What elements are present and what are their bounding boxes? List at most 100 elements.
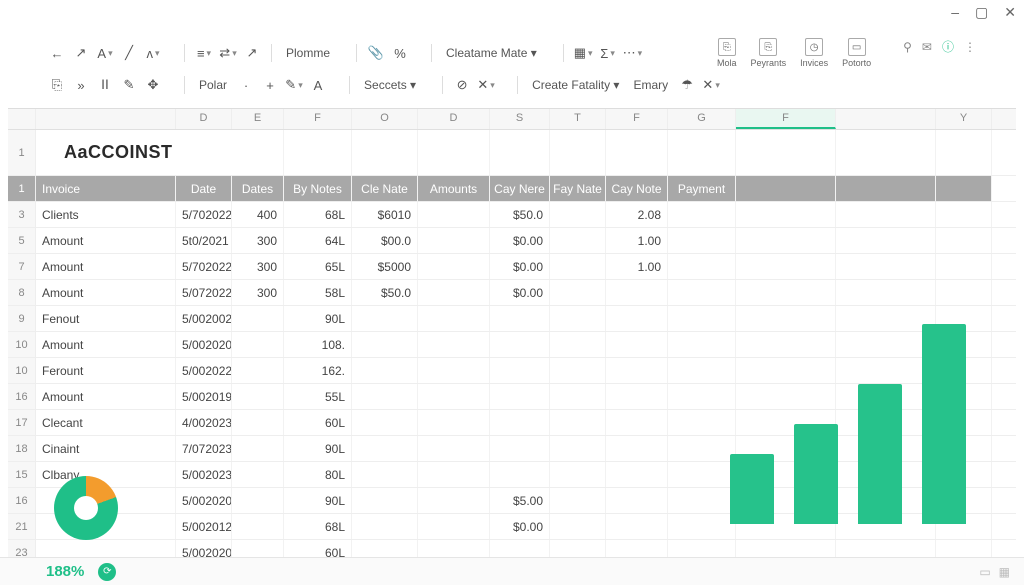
cell[interactable] xyxy=(668,514,736,539)
mola-button[interactable]: ⎘Mola xyxy=(717,38,737,68)
row-header[interactable]: 18 xyxy=(8,436,36,461)
cell[interactable]: 4/002023 xyxy=(176,410,232,435)
cell[interactable]: Ferount xyxy=(36,358,176,383)
cell[interactable] xyxy=(736,280,836,305)
cell[interactable]: $5.00 xyxy=(490,488,550,513)
cell[interactable]: 68L xyxy=(284,202,352,227)
column-header[interactable]: F xyxy=(736,109,836,129)
cell[interactable] xyxy=(668,202,736,227)
column-header[interactable] xyxy=(8,109,36,129)
back-icon[interactable]: ← xyxy=(48,44,66,62)
cell[interactable]: 68L xyxy=(284,514,352,539)
cell[interactable] xyxy=(936,202,992,227)
pin-icon[interactable]: ✥ xyxy=(144,76,162,94)
cell[interactable]: Clients xyxy=(36,202,176,227)
cell[interactable]: Cinaint xyxy=(36,436,176,461)
cell[interactable] xyxy=(232,306,284,331)
zoom-level[interactable]: 188% xyxy=(46,563,84,580)
cell[interactable] xyxy=(550,462,606,487)
cell[interactable] xyxy=(936,254,992,279)
caret-icon[interactable]: ʌ xyxy=(144,44,162,62)
cell[interactable]: 5t0/2021 xyxy=(176,228,232,253)
seccets-dropdown[interactable]: Seccets ▾ xyxy=(360,78,420,92)
sum-icon[interactable]: Σ xyxy=(599,44,617,62)
cell[interactable] xyxy=(550,410,606,435)
cell[interactable] xyxy=(736,332,836,357)
cell[interactable] xyxy=(668,488,736,513)
cell[interactable] xyxy=(232,436,284,461)
cell[interactable]: 5/702022 xyxy=(176,254,232,279)
cell[interactable]: $6010 xyxy=(352,202,418,227)
marker-icon[interactable]: ✎ xyxy=(120,76,138,94)
cell[interactable]: 1.00 xyxy=(606,254,668,279)
cell[interactable] xyxy=(736,410,836,435)
spreadsheet[interactable]: DEFODSTFGFY 1 AaCCOINST 1 InvoiceDateDat… xyxy=(8,108,1016,566)
table-row[interactable]: 7Amount5/70202230065L$5000$0.001.00 xyxy=(8,254,1016,280)
cell[interactable]: $00.0 xyxy=(352,228,418,253)
row-header[interactable]: 17 xyxy=(8,410,36,435)
cell[interactable] xyxy=(232,462,284,487)
cell[interactable]: 5/702022 xyxy=(176,202,232,227)
help-icon[interactable]: ⓘ xyxy=(942,38,954,55)
dash-icon[interactable]: ╱ xyxy=(120,44,138,62)
column-header[interactable]: O xyxy=(352,109,418,129)
cell[interactable] xyxy=(936,228,992,253)
cell[interactable]: 2.08 xyxy=(606,202,668,227)
cell[interactable] xyxy=(352,436,418,461)
cell[interactable]: 5/002002 xyxy=(176,306,232,331)
key-icon[interactable]: ⚲ xyxy=(903,40,912,54)
cell[interactable] xyxy=(936,436,992,461)
cell[interactable] xyxy=(668,358,736,383)
cell[interactable] xyxy=(606,410,668,435)
cell[interactable] xyxy=(606,306,668,331)
cell[interactable]: Fenout xyxy=(36,306,176,331)
cell[interactable]: 5/002022 xyxy=(176,358,232,383)
close-button[interactable]: ✕ xyxy=(1004,4,1016,21)
copy-icon[interactable]: ⎘ xyxy=(48,76,66,94)
row-header[interactable]: 16 xyxy=(8,384,36,409)
emary-label[interactable]: Emary xyxy=(629,78,672,92)
table-row[interactable]: 215/00201268L$0.00 xyxy=(8,514,1016,540)
create-dropdown[interactable]: Create Fatality ▾ xyxy=(528,78,623,92)
cleatume-dropdown[interactable]: Cleatame Mate ▾ xyxy=(442,46,541,60)
cell[interactable]: $0.00 xyxy=(490,514,550,539)
cell[interactable]: 300 xyxy=(232,254,284,279)
cell[interactable] xyxy=(736,228,836,253)
cell[interactable] xyxy=(736,384,836,409)
cell[interactable] xyxy=(418,332,490,357)
cell[interactable] xyxy=(232,358,284,383)
cell[interactable] xyxy=(936,280,992,305)
cell[interactable]: 300 xyxy=(232,280,284,305)
cell[interactable] xyxy=(232,488,284,513)
peyrants-button[interactable]: ⎘Peyrants xyxy=(751,38,787,68)
font2-icon[interactable]: A xyxy=(309,76,327,94)
cell[interactable]: $5000 xyxy=(352,254,418,279)
cell[interactable] xyxy=(836,254,936,279)
cell[interactable]: 1.00 xyxy=(606,228,668,253)
column-header[interactable] xyxy=(36,109,176,129)
cell[interactable] xyxy=(490,436,550,461)
cell[interactable] xyxy=(232,410,284,435)
close2-icon[interactable]: ✕ xyxy=(702,76,720,94)
cell[interactable] xyxy=(418,202,490,227)
cell[interactable]: 55L xyxy=(284,384,352,409)
cell[interactable] xyxy=(418,280,490,305)
row-header[interactable]: 21 xyxy=(8,514,36,539)
cell[interactable]: 5/002019 xyxy=(176,384,232,409)
row-header[interactable]: 16 xyxy=(8,488,36,513)
cell[interactable] xyxy=(936,410,992,435)
table-row[interactable]: 16Amount5/00201955L xyxy=(8,384,1016,410)
cell[interactable] xyxy=(352,358,418,383)
cell[interactable] xyxy=(418,462,490,487)
cell[interactable] xyxy=(736,254,836,279)
minimize-button[interactable]: – xyxy=(951,4,959,21)
cell[interactable] xyxy=(490,462,550,487)
cell[interactable] xyxy=(736,436,836,461)
cell[interactable]: 162. xyxy=(284,358,352,383)
cell[interactable] xyxy=(836,332,936,357)
cell[interactable]: 60L xyxy=(284,410,352,435)
cell[interactable] xyxy=(836,514,936,539)
cell[interactable]: Amount xyxy=(36,332,176,357)
cell[interactable]: 5/002020 xyxy=(176,332,232,357)
cell[interactable] xyxy=(936,514,992,539)
